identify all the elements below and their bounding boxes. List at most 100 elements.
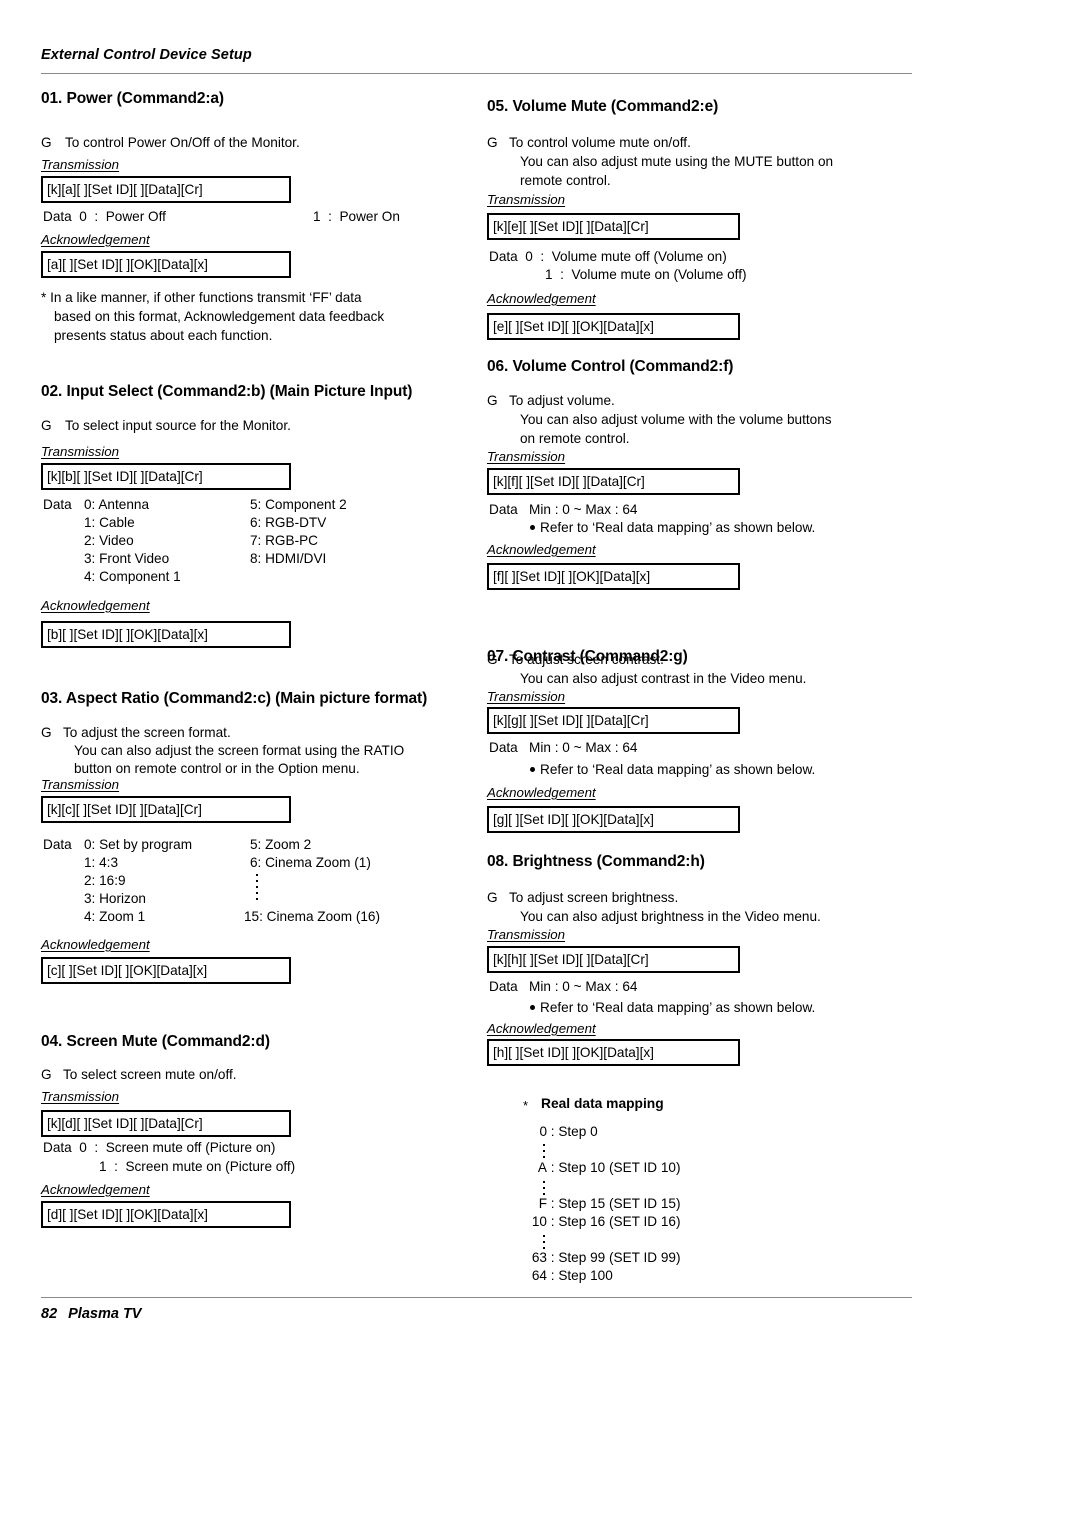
acknowledgement-box-06: [f][ ][Set ID][ ][OK][Data][x] <box>487 563 740 590</box>
acknowledgement-label-06: Acknowledgement <box>487 542 596 557</box>
g-mark-03: G <box>41 725 52 740</box>
rdm-value-2: : Step 15 (SET ID 15) <box>550 1196 681 1211</box>
acknowledgement-box-08: [h][ ][Set ID][ ][OK][Data][x] <box>487 1039 740 1066</box>
real-data-mapping-row-3: 10 : Step 16 (SET ID 16) <box>521 1214 681 1229</box>
section-desc-02: To select input source for the Monitor. <box>65 418 291 433</box>
transmission-box-08: [k][h][ ][Set ID][ ][Data][Cr] <box>487 946 740 973</box>
refer-note-06: Refer to ‘Real data mapping’ as shown be… <box>530 520 815 535</box>
section-title-02-input-select: 02. Input Select (Command2:b) (Main Pict… <box>41 383 413 400</box>
g-mark-04: G <box>41 1067 52 1082</box>
section-title-08-brightness: 08. Brightness (Command2:h) <box>487 853 705 870</box>
bullet-icon <box>530 1005 535 1010</box>
acknowledgement-box-07: [g][ ][Set ID][ ][OK][Data][x] <box>487 806 740 833</box>
vertical-ellipsis-03 <box>256 874 258 904</box>
data-option-02-7: 7: RGB-PC <box>250 533 318 548</box>
real-data-mapping-row-4: 63 : Step 99 (SET ID 99) <box>521 1250 681 1265</box>
section-title-03-aspect-ratio: 03. Aspect Ratio (Command2:c) (Main pict… <box>41 690 428 707</box>
section-desc-01: To control Power On/Off of the Monitor. <box>65 135 300 150</box>
section-desc-03-line2: You can also adjust the screen format us… <box>74 743 405 758</box>
transmission-label-04: Transmission <box>41 1089 120 1104</box>
refer-note-08: Refer to ‘Real data mapping’ as shown be… <box>530 1000 815 1015</box>
data-option-02-5: 5: Component 2 <box>250 497 347 512</box>
transmission-label-06: Transmission <box>487 449 566 464</box>
transmission-label-07: Transmission <box>487 689 566 704</box>
data-option-03-3: 3: Horizon <box>84 891 146 906</box>
section-desc-03-line1: To adjust the screen format. <box>63 725 231 740</box>
real-data-mapping-title: Real data mapping <box>541 1096 664 1111</box>
running-head: External Control Device Setup <box>41 47 252 63</box>
g-mark-08: G <box>487 890 498 905</box>
footer-divider <box>41 1297 912 1298</box>
acknowledgement-label-04: Acknowledgement <box>41 1182 150 1197</box>
rdm-value-4: : Step 99 (SET ID 99) <box>550 1250 681 1265</box>
data-line-01-right: 1 : Power On <box>313 209 400 224</box>
transmission-box-04: [k][d][ ][Set ID][ ][Data][Cr] <box>41 1110 291 1137</box>
section-title-06-volume-control: 06. Volume Control (Command2:f) <box>487 358 734 375</box>
acknowledgement-label-07: Acknowledgement <box>487 785 596 800</box>
section-desc-05-line1: To control volume mute on/off. <box>509 135 691 150</box>
real-data-mapping-row-0: 0 : Step 0 <box>521 1124 597 1139</box>
manual-page: External Control Device Setup 01. Power … <box>0 0 1080 1528</box>
data-option-03-1: 1: 4:3 <box>84 855 119 870</box>
section-desc-06-line1: To adjust volume. <box>509 393 615 408</box>
data-word-02: Data <box>43 497 72 512</box>
transmission-label-02: Transmission <box>41 444 120 459</box>
bullet-icon <box>530 767 535 772</box>
acknowledgement-label-03: Acknowledgement <box>41 937 150 952</box>
acknowledgement-box-04: [d][ ][Set ID][ ][OK][Data][x] <box>41 1201 291 1228</box>
section-desc-06-line2: You can also adjust volume with the volu… <box>520 412 832 427</box>
rdm-value-1: : Step 10 (SET ID 10) <box>550 1160 681 1175</box>
data-line-01-left: Data 0 : Power Off <box>43 209 166 224</box>
section-desc-03-line3: button on remote control or in the Optio… <box>74 761 360 776</box>
section-desc-07-line2: You can also adjust contrast in the Vide… <box>520 671 807 686</box>
real-data-mapping-row-2: F : Step 15 (SET ID 15) <box>521 1196 681 1211</box>
data-option-02-3: 3: Front Video <box>84 551 170 566</box>
transmission-label-03: Transmission <box>41 777 120 792</box>
rdm-key-3: 10 <box>531 1214 547 1229</box>
transmission-box-03: [k][c][ ][Set ID][ ][Data][Cr] <box>41 796 291 823</box>
g-mark-02: G <box>41 418 52 433</box>
header-divider <box>41 73 912 74</box>
section-desc-05-line3: remote control. <box>520 173 611 188</box>
transmission-box-01: [k][a][ ][Set ID][ ][Data][Cr] <box>41 176 291 203</box>
transmission-label-05: Transmission <box>487 192 566 207</box>
real-data-mapping-row-1: A : Step 10 (SET ID 10) <box>521 1160 681 1175</box>
data-option-02-4: 4: Component 1 <box>84 569 181 584</box>
g-mark-06: G <box>487 393 498 408</box>
data-range-06: Data Min : 0 ~ Max : 64 <box>489 502 638 517</box>
acknowledgement-box-03: [c][ ][Set ID][ ][OK][Data][x] <box>41 957 291 984</box>
section-title-01-power: 01. Power (Command2:a) <box>41 90 224 107</box>
product-name: Plasma TV <box>68 1306 142 1322</box>
data-option-03-5: 5: Zoom 2 <box>250 837 312 852</box>
data-option-02-1: 1: Cable <box>84 515 135 530</box>
data-option-03-4: 4: Zoom 1 <box>84 909 146 924</box>
section-desc-05-line2: You can also adjust mute using the MUTE … <box>520 154 834 169</box>
acknowledgement-label-08: Acknowledgement <box>487 1021 596 1036</box>
data-line-04-0: Data 0 : Screen mute off (Picture on) <box>43 1140 276 1155</box>
page-footer: 82 Plasma TV <box>41 1306 141 1322</box>
refer-note-text-08: Refer to ‘Real data mapping’ as shown be… <box>540 1000 816 1015</box>
data-option-02-2: 2: Video <box>84 533 134 548</box>
transmission-box-07: [k][g][ ][Set ID][ ][Data][Cr] <box>487 707 740 734</box>
data-range-07: Data Min : 0 ~ Max : 64 <box>489 740 638 755</box>
acknowledgement-label-02: Acknowledgement <box>41 598 150 613</box>
section-desc-06-line3: on remote control. <box>520 431 630 446</box>
refer-note-text-06: Refer to ‘Real data mapping’ as shown be… <box>540 520 816 535</box>
rdm-value-5: : Step 100 <box>550 1268 613 1283</box>
real-data-mapping-row-5: 64 : Step 100 <box>521 1268 613 1283</box>
data-option-03-15: 15: Cinema Zoom (16) <box>244 909 380 924</box>
transmission-box-05: [k][e][ ][Set ID][ ][Data][Cr] <box>487 213 740 240</box>
transmission-label-08: Transmission <box>487 927 566 942</box>
data-option-03-6: 6: Cinema Zoom (1) <box>250 855 371 870</box>
rdm-key-5: 64 <box>531 1268 547 1283</box>
data-option-03-2: 2: 16:9 <box>84 873 126 888</box>
acknowledgement-label-05: Acknowledgement <box>487 291 596 306</box>
acknowledgement-label-01: Acknowledgement <box>41 232 150 247</box>
rdm-key-1: A <box>537 1160 547 1175</box>
bullet-icon <box>530 525 535 530</box>
data-option-02-8: 8: HDMI/DVI <box>250 551 327 566</box>
rdm-key-4: 63 <box>531 1250 547 1265</box>
footnote-01-line2: based on this format, Acknowledgement da… <box>54 309 385 324</box>
g-mark-05: G <box>487 135 498 150</box>
section-title-04-screen-mute: 04. Screen Mute (Command2:d) <box>41 1033 270 1050</box>
